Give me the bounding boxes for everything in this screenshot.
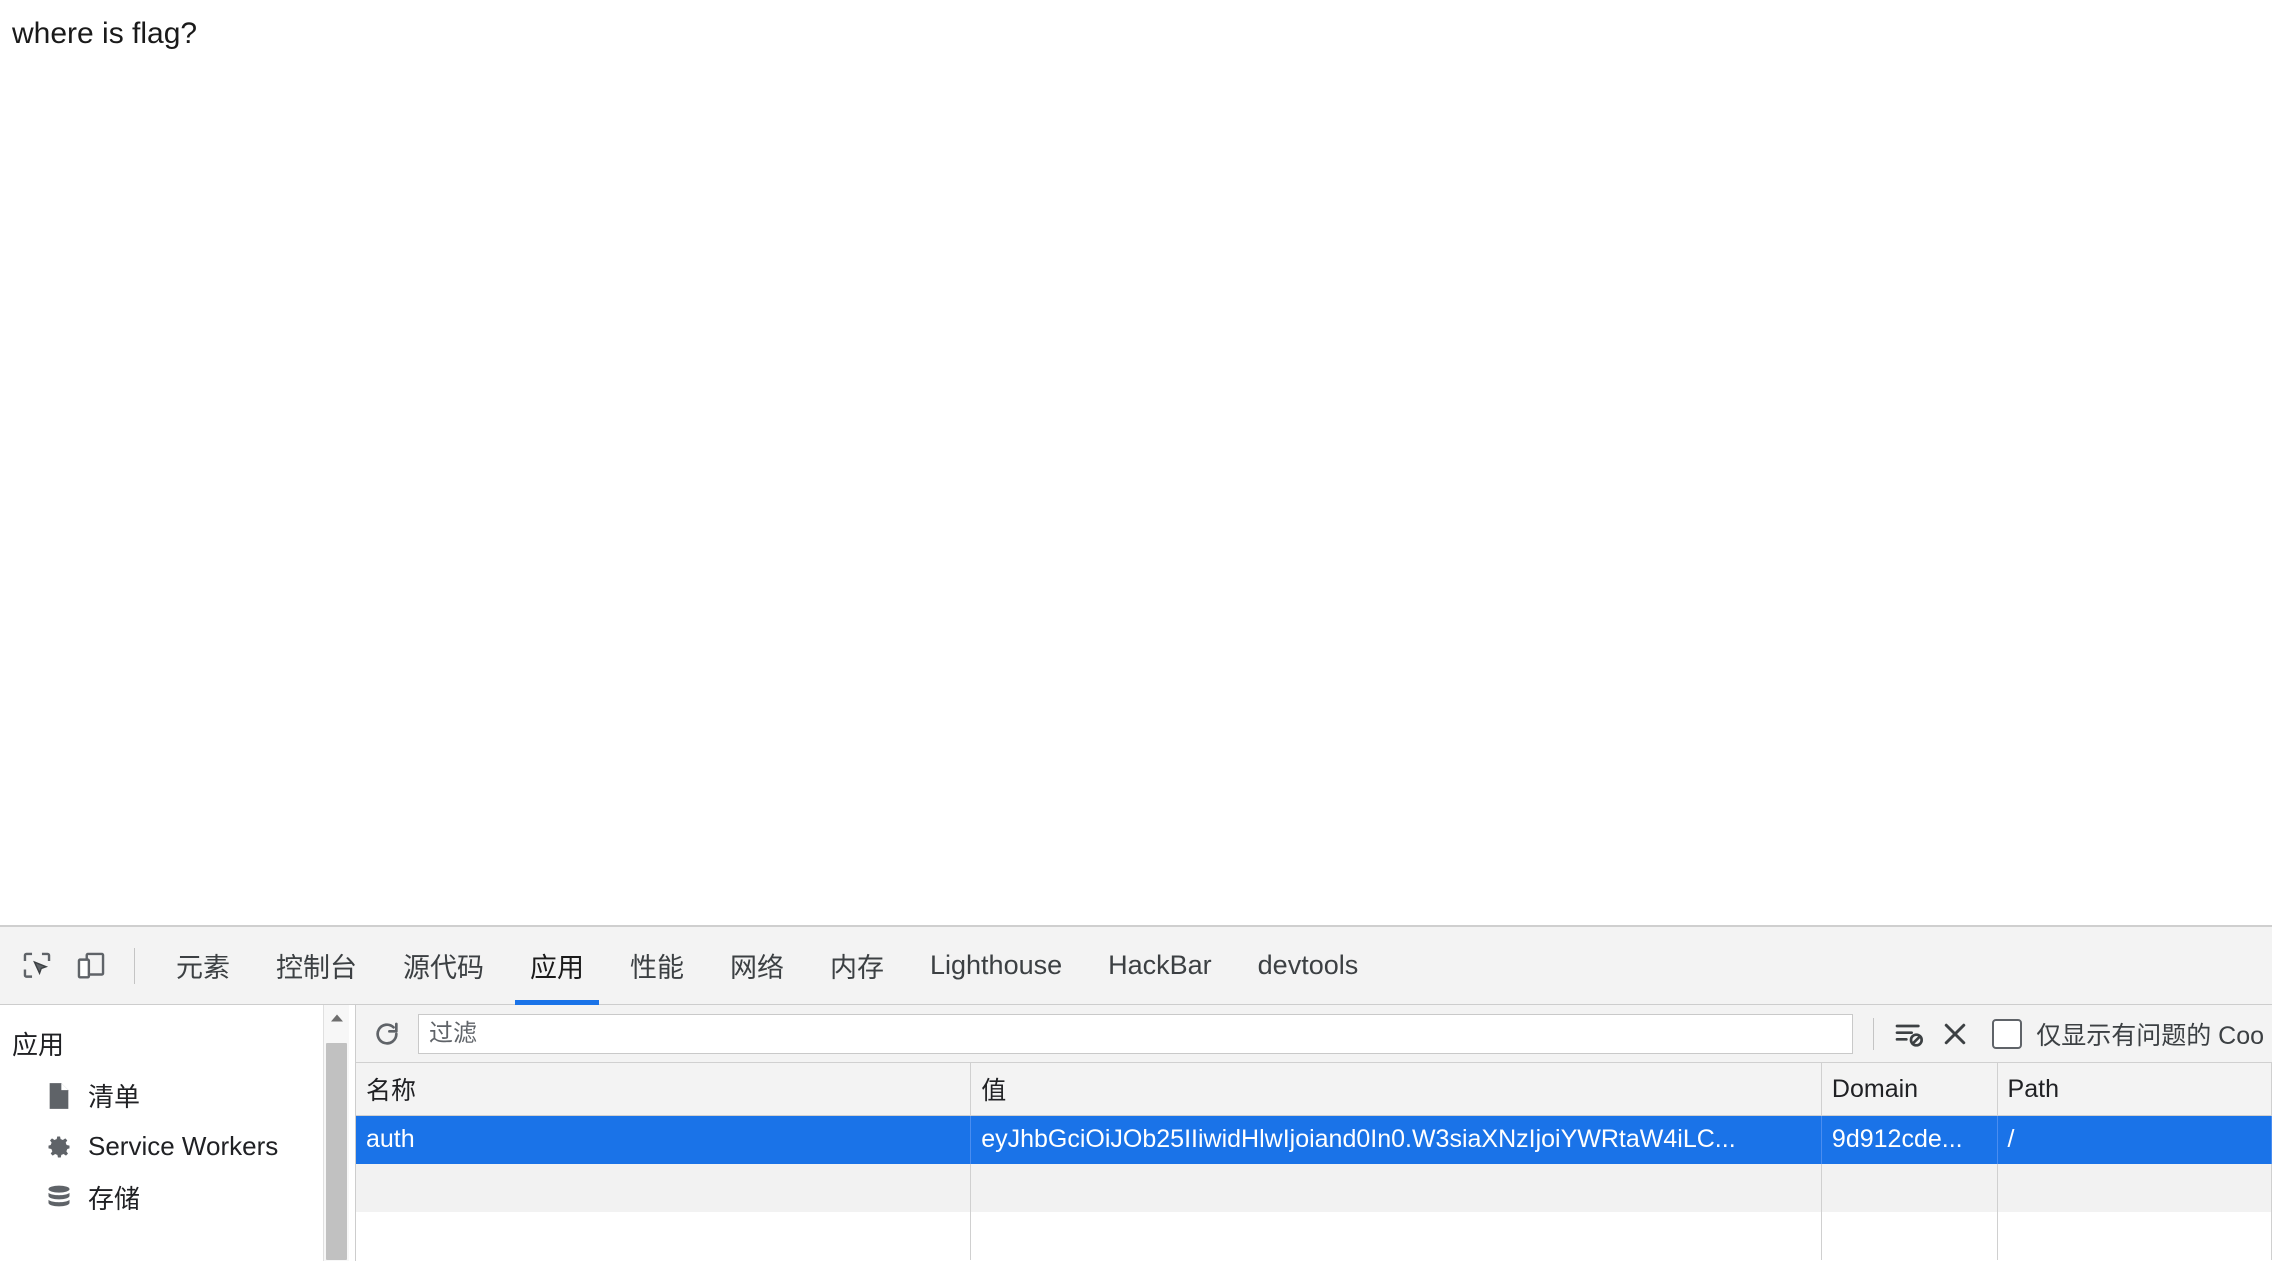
column-header-domain[interactable]: Domain bbox=[1821, 1063, 1998, 1116]
column-header-name[interactable]: 名称 bbox=[356, 1063, 972, 1116]
devtools-panel: 元素 控制台 源代码 应用 性能 网络 内存 Lighthouse HackBa… bbox=[0, 925, 2272, 1261]
clear-all-cookies-icon[interactable] bbox=[1932, 1011, 1978, 1057]
sidebar-item-label: 清单 bbox=[88, 1082, 141, 1112]
sidebar-item-label: Service Workers bbox=[88, 1131, 279, 1161]
refresh-icon[interactable] bbox=[364, 1011, 410, 1057]
cell-name[interactable]: auth bbox=[356, 1115, 972, 1164]
tab-lighthouse[interactable]: Lighthouse bbox=[907, 927, 1085, 1005]
sidebar-item-storage[interactable]: 存储 bbox=[0, 1172, 355, 1223]
tab-label: Lighthouse bbox=[930, 950, 1063, 980]
checkbox-box[interactable] bbox=[1992, 1018, 2023, 1049]
cell-domain bbox=[1821, 1163, 1998, 1212]
screen-root: where is flag? 元素 控制台 源代码 应用 性能 网络 内存 Li… bbox=[0, 0, 2272, 1261]
cookies-filter-toolbar: 仅显示有问题的 Coo bbox=[356, 1005, 2272, 1063]
cell-name bbox=[356, 1211, 972, 1260]
sidebar-item-service-workers[interactable]: Service Workers bbox=[0, 1121, 355, 1172]
devtools-body: 应用 清单 Service Workers 存储 过滤 仅显示有问题的 Coo … bbox=[0, 1005, 2272, 1261]
table-header-row: 名称 值 Domain Path bbox=[356, 1063, 2272, 1116]
tab-memory[interactable]: 内存 bbox=[807, 927, 907, 1005]
column-header-path[interactable]: Path bbox=[1997, 1063, 2272, 1116]
tab-label: 控制台 bbox=[276, 953, 357, 983]
cell-domain bbox=[1821, 1211, 1998, 1260]
cell-path[interactable]: / bbox=[1997, 1115, 2272, 1164]
tab-label: HackBar bbox=[1108, 950, 1212, 980]
scrollbar-thumb[interactable] bbox=[326, 1043, 347, 1260]
tab-label: 网络 bbox=[730, 953, 784, 983]
inspect-element-icon[interactable] bbox=[10, 939, 64, 993]
tab-label: 元素 bbox=[176, 953, 230, 983]
tab-performance[interactable]: 性能 bbox=[607, 927, 707, 1005]
table-row[interactable]: auth eyJhbGciOiJOb25IIiwidHlwIjoiand0In0… bbox=[356, 1115, 2272, 1164]
gear-icon bbox=[44, 1132, 74, 1162]
cell-path bbox=[1997, 1163, 2272, 1212]
clear-filtered-cookies-icon[interactable] bbox=[1886, 1011, 1932, 1057]
scroll-up-arrow-icon[interactable] bbox=[324, 1005, 349, 1031]
only-show-problem-cookies-checkbox[interactable]: 仅显示有问题的 Coo bbox=[1992, 1016, 2264, 1052]
cookies-pane: 仅显示有问题的 Coo 名称 值 Domain bbox=[356, 1005, 2272, 1261]
cell-value[interactable]: eyJhbGciOiJOb25IIiwidHlwIjoiand0In0.W3si… bbox=[970, 1115, 1822, 1164]
page-body-text: where is flag? bbox=[12, 17, 198, 50]
cell-value bbox=[970, 1211, 1822, 1260]
sidebar-item-label: 存储 bbox=[88, 1184, 141, 1214]
application-sidebar: 应用 清单 Service Workers 存储 bbox=[0, 1005, 356, 1261]
sidebar-scrollbar[interactable] bbox=[323, 1005, 349, 1261]
filter-input[interactable] bbox=[418, 1013, 1854, 1054]
devtools-tabstrip: 元素 控制台 源代码 应用 性能 网络 内存 Lighthouse HackBa… bbox=[0, 927, 2272, 1005]
tab-label: 性能 bbox=[630, 953, 684, 983]
cell-path bbox=[1997, 1211, 2272, 1260]
column-header-value[interactable]: 值 bbox=[970, 1063, 1822, 1116]
tab-network[interactable]: 网络 bbox=[707, 927, 807, 1005]
cookies-table: 名称 值 Domain Path auth eyJhbGciOiJOb25IIi… bbox=[356, 1063, 2272, 1260]
tab-label: devtools bbox=[1257, 950, 1359, 980]
page-viewport: where is flag? bbox=[0, 0, 2272, 925]
tab-label: 应用 bbox=[530, 953, 584, 983]
tab-application[interactable]: 应用 bbox=[507, 927, 607, 1005]
cell-name bbox=[356, 1163, 972, 1212]
tab-sources[interactable]: 源代码 bbox=[380, 927, 507, 1005]
tab-devtools[interactable]: devtools bbox=[1235, 927, 1382, 1005]
document-icon bbox=[44, 1081, 74, 1111]
cell-domain[interactable]: 9d912cde... bbox=[1821, 1115, 1998, 1164]
table-row[interactable] bbox=[356, 1211, 2272, 1260]
toolbar-divider bbox=[134, 947, 135, 984]
tab-label: 源代码 bbox=[403, 953, 484, 983]
database-icon bbox=[44, 1183, 74, 1213]
tab-label: 内存 bbox=[830, 953, 884, 983]
cookies-table-wrapper[interactable]: 名称 值 Domain Path auth eyJhbGciOiJOb25IIi… bbox=[356, 1063, 2272, 1261]
tab-elements[interactable]: 元素 bbox=[153, 927, 253, 1005]
checkbox-label: 仅显示有问题的 Coo bbox=[2036, 1021, 2264, 1050]
table-row[interactable] bbox=[356, 1163, 2272, 1212]
tab-hackbar[interactable]: HackBar bbox=[1085, 927, 1235, 1005]
tab-console[interactable]: 控制台 bbox=[253, 927, 380, 1005]
toolbar-divider bbox=[1873, 1017, 1875, 1050]
cell-value bbox=[970, 1163, 1822, 1212]
sidebar-section-title: 应用 bbox=[12, 1030, 65, 1060]
device-toolbar-icon[interactable] bbox=[64, 939, 118, 993]
sidebar-item-manifest[interactable]: 清单 bbox=[0, 1070, 355, 1121]
